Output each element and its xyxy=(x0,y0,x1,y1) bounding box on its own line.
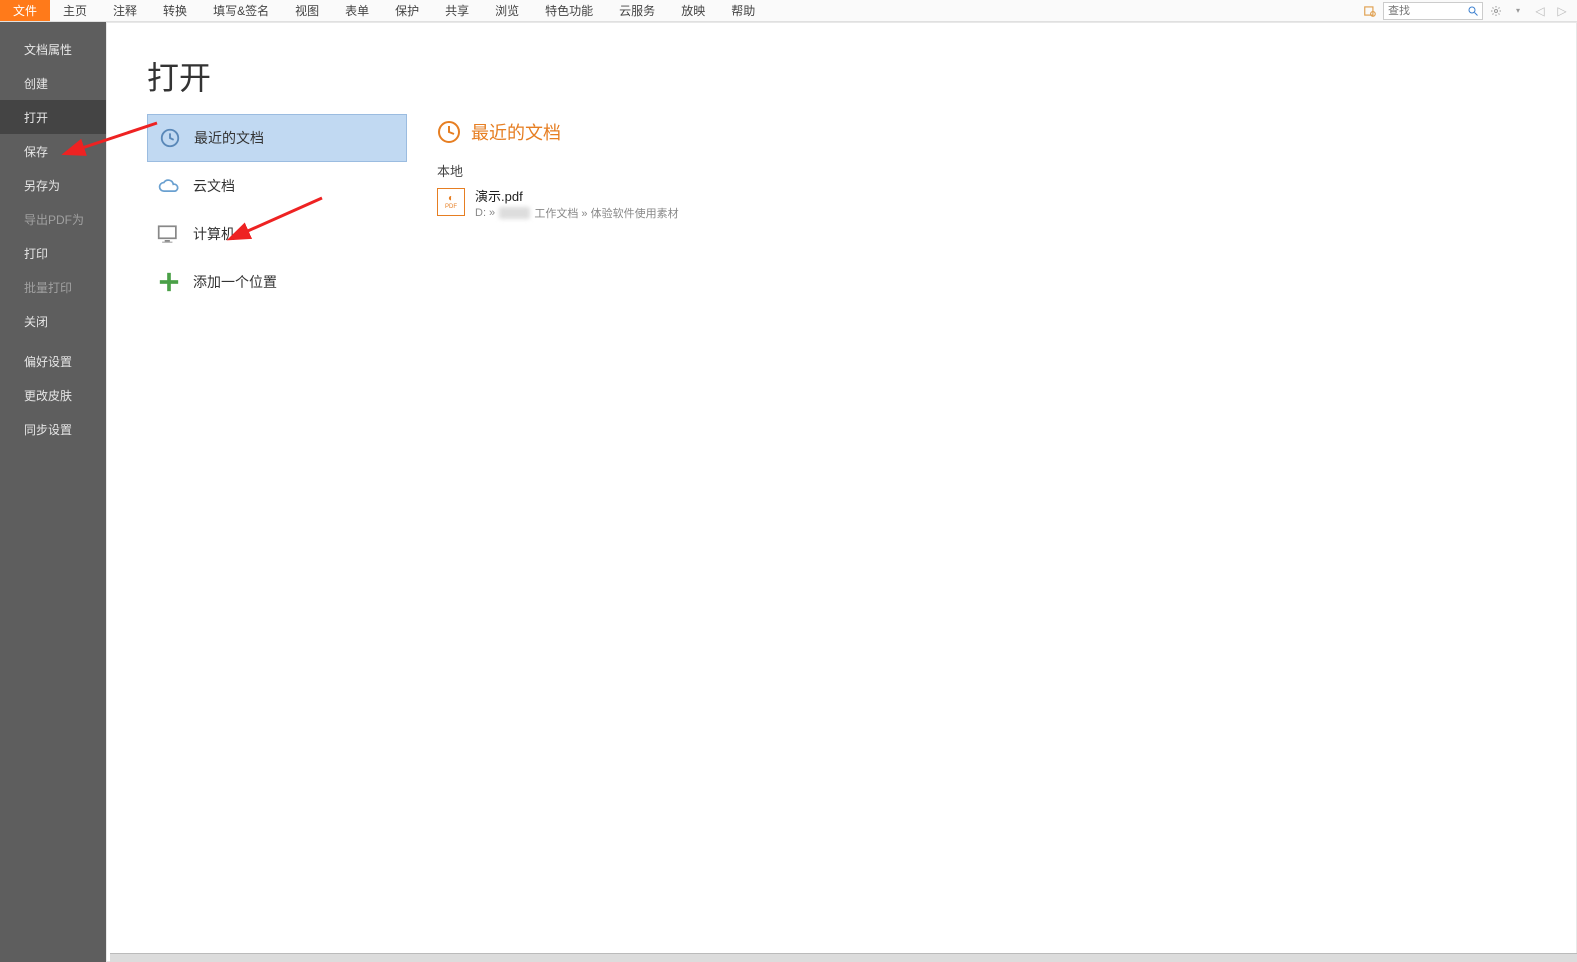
nav-prev-icon[interactable]: ◁ xyxy=(1531,2,1549,20)
menu-tab-cloud[interactable]: 云服务 xyxy=(606,0,668,21)
location-label: 添加一个位置 xyxy=(193,272,277,292)
menu-tab-protect[interactable]: 保护 xyxy=(382,0,432,21)
sidebar-item-prefs[interactable]: 偏好设置 xyxy=(0,344,106,378)
recent-documents-header: 最近的文档 xyxy=(437,53,1576,145)
file-path: D: » ████ 工作文档 » 体验软件使用素材 xyxy=(475,205,679,221)
clock-icon xyxy=(158,126,182,150)
sidebar-item-export-pdf: 导出PDF为 xyxy=(0,202,106,236)
plus-icon xyxy=(157,270,181,294)
sidebar-item-skin[interactable]: 更改皮肤 xyxy=(0,378,106,412)
location-label: 最近的文档 xyxy=(194,128,264,148)
main-content: 打开 最近的文档 云文档 计算机 xyxy=(106,22,1577,962)
chevron-down-icon[interactable]: ▾ xyxy=(1509,2,1527,20)
file-sidebar: 文档属性 创建 打开 保存 另存为 导出PDF为 打印 批量打印 关闭 偏好设置… xyxy=(0,22,106,962)
sidebar-item-sync[interactable]: 同步设置 xyxy=(0,412,106,446)
computer-icon xyxy=(157,222,181,246)
location-computer[interactable]: 计算机 xyxy=(147,210,407,258)
horizontal-scrollbar[interactable] xyxy=(110,953,1577,962)
sidebar-item-create[interactable]: 创建 xyxy=(0,66,106,100)
location-add[interactable]: 添加一个位置 xyxy=(147,258,407,306)
location-label: 计算机 xyxy=(193,224,235,244)
sidebar-item-batch-print: 批量打印 xyxy=(0,270,106,304)
file-name: 演示.pdf xyxy=(475,186,679,205)
location-recent[interactable]: 最近的文档 xyxy=(147,114,407,162)
sidebar-item-open[interactable]: 打开 xyxy=(0,100,106,134)
section-local-label: 本地 xyxy=(437,161,1576,180)
page-title: 打开 xyxy=(147,53,407,99)
menu-tab-help[interactable]: 帮助 xyxy=(718,0,768,21)
menu-tab-annotate[interactable]: 注释 xyxy=(100,0,150,21)
sidebar-item-save[interactable]: 保存 xyxy=(0,134,106,168)
location-label: 云文档 xyxy=(193,176,235,196)
menu-tab-convert[interactable]: 转换 xyxy=(150,0,200,21)
search-input[interactable] xyxy=(1384,5,1464,17)
clock-icon xyxy=(437,120,461,144)
search-icon[interactable] xyxy=(1464,2,1482,20)
cloud-icon xyxy=(157,174,181,198)
menu-tab-special[interactable]: 特色功能 xyxy=(532,0,606,21)
menu-tab-form[interactable]: 表单 xyxy=(332,0,382,21)
recent-header-label: 最近的文档 xyxy=(471,119,561,145)
sidebar-item-close[interactable]: 关闭 xyxy=(0,304,106,338)
menu-tab-home[interactable]: 主页 xyxy=(50,0,100,21)
menu-tab-fillsign[interactable]: 填写&签名 xyxy=(200,0,282,21)
menu-tab-slideshow[interactable]: 放映 xyxy=(668,0,718,21)
nav-next-icon[interactable]: ▷ xyxy=(1553,2,1571,20)
recent-file-row[interactable]: ◐ PDF 演示.pdf D: » ████ 工作文档 » 体验软件使用素材 xyxy=(437,184,1576,223)
gear-icon[interactable] xyxy=(1487,2,1505,20)
menu-tab-file[interactable]: 文件 xyxy=(0,0,50,21)
top-menubar: 文件 主页 注释 转换 填写&签名 视图 表单 保护 共享 浏览 特色功能 云服… xyxy=(0,0,1577,22)
sidebar-item-save-as[interactable]: 另存为 xyxy=(0,168,106,202)
search-box[interactable] xyxy=(1383,2,1483,20)
location-cloud[interactable]: 云文档 xyxy=(147,162,407,210)
sidebar-item-print[interactable]: 打印 xyxy=(0,236,106,270)
quick-search-icon[interactable] xyxy=(1361,2,1379,20)
pdf-file-icon: ◐ PDF xyxy=(437,188,465,216)
menu-tab-browse[interactable]: 浏览 xyxy=(482,0,532,21)
sidebar-item-doc-props[interactable]: 文档属性 xyxy=(0,32,106,66)
menu-tab-view[interactable]: 视图 xyxy=(282,0,332,21)
menu-tab-share[interactable]: 共享 xyxy=(432,0,482,21)
